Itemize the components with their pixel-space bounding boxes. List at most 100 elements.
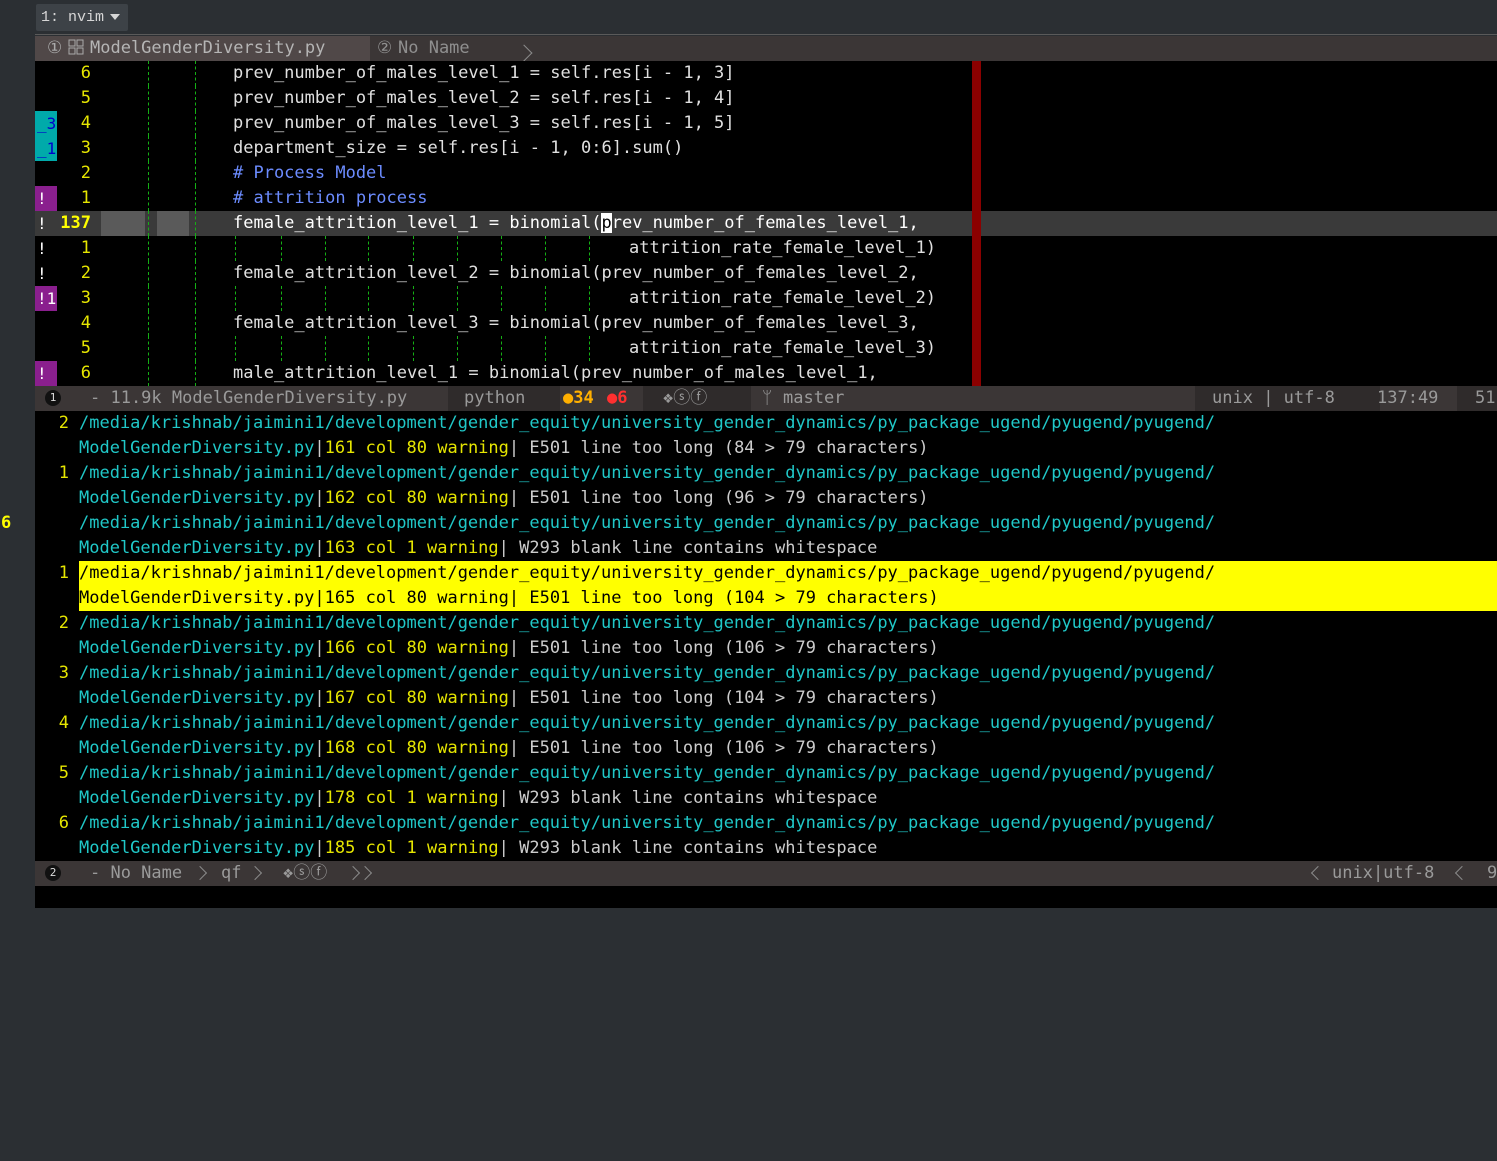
sign-column-marker: ! xyxy=(35,361,57,386)
separator: | xyxy=(314,688,325,708)
qf-filetype: qf xyxy=(221,863,242,883)
editor-line[interactable]: ! 1 attrition_rate_female_level_1) xyxy=(35,236,1497,261)
quickfix-line-col: 166 col 80 warning xyxy=(324,638,509,658)
editor-line[interactable]: 6 prev_number_of_males_level_1 = self.res… xyxy=(35,61,1497,86)
quickfix-relative-number: 6 xyxy=(58,813,69,833)
command-line[interactable] xyxy=(35,886,1497,908)
code-text: male_attrition_level_1 = binomial(prev_n… xyxy=(233,363,878,383)
quickfix-path: /media/krishnab/jaimini1/development/gen… xyxy=(79,563,1216,583)
quickfix-location: ModelGenderDiversity.py|165 col 80 warni… xyxy=(79,586,939,611)
code-text: department_size = self.res[i - 1, 0:6].s… xyxy=(233,138,684,158)
indent-guide xyxy=(148,261,150,286)
quickfix-message-line: ModelGenderDiversity.py|163 col 1 warnin… xyxy=(35,536,1497,561)
indent-guide xyxy=(148,311,150,336)
chevron-right-icon xyxy=(345,861,373,886)
indent-guide xyxy=(281,236,283,261)
indent-guide xyxy=(325,236,327,261)
sign-column-marker: !1 xyxy=(35,286,57,311)
indent-guide xyxy=(501,336,503,361)
sign-column-marker: ! xyxy=(37,239,47,258)
editor-line[interactable]: 5 attrition_rate_female_level_3) xyxy=(35,336,1497,361)
buffer-tab-inactive[interactable]: ② No Name xyxy=(370,36,533,62)
window-number-2: 2 xyxy=(45,865,61,881)
code-text: prev_number_of_males_level_1 = self.res[… xyxy=(233,63,735,83)
editor-line[interactable]: _1 3 department_size = self.res[i - 1, 0:6… xyxy=(35,136,1497,161)
quickfix-file: ModelGenderDiversity.py xyxy=(79,538,315,558)
separator: | xyxy=(314,838,325,858)
chevron-down-icon[interactable] xyxy=(110,14,121,21)
indent-guide xyxy=(195,311,197,336)
indent-guide xyxy=(195,261,197,286)
quickfix-message: E501 line too long (96 > 79 characters) xyxy=(519,488,929,508)
editor-line[interactable]: ! 1 # attrition process xyxy=(35,186,1497,211)
separator: | xyxy=(314,538,325,558)
editor-current-line[interactable]: ! 137 female_attrition_level_1 = binomial(… xyxy=(35,211,1497,236)
code-after-cursor: rev_number_of_females_level_1, xyxy=(611,213,919,233)
tmux-window-tab[interactable]: 1: nvim xyxy=(36,4,129,31)
indent-guide xyxy=(148,211,150,236)
quickfix-line-col: 163 col 1 warning xyxy=(324,538,499,558)
code-text: prev_number_of_males_level_3 = self.res[… xyxy=(233,113,735,133)
quickfix-message-line: ModelGenderDiversity.py|167 col 80 warni… xyxy=(35,686,1497,711)
code-comment: # attrition process xyxy=(233,188,428,208)
qf-buffer-name: - No Name xyxy=(90,863,183,883)
line-number: 4 xyxy=(80,113,91,133)
editor-line[interactable]: 5 prev_number_of_males_level_2 = self.res… xyxy=(35,86,1497,111)
code-text: female_attrition_level_2 = binomial(prev… xyxy=(233,263,919,283)
quickfix-line-col: 162 col 80 warning xyxy=(324,488,509,508)
editor-pane[interactable]: 6 prev_number_of_males_level_1 = self.res… xyxy=(35,61,1497,386)
separator: | xyxy=(508,638,520,658)
quickfix-path-line: 2/media/krishnab/jaimini1/development/ge… xyxy=(35,411,1497,436)
line-number: 1 xyxy=(80,238,91,258)
indent-guide xyxy=(148,136,150,161)
editor-line[interactable]: ! 2 female_attrition_level_2 = binomial(pr… xyxy=(35,261,1497,286)
window-number-badge-2: 2 xyxy=(45,861,61,886)
editor-line[interactable]: 4 female_attrition_level_3 = binomial(pre… xyxy=(35,311,1497,336)
indent-guide xyxy=(148,86,150,111)
indent-guide xyxy=(195,236,197,261)
indent-guide xyxy=(148,361,150,386)
quickfix-relative-number: 6 xyxy=(1,513,12,533)
indent-guide xyxy=(368,286,370,311)
editor-line[interactable]: !1 3 attrition_rate_female_level_2) xyxy=(35,286,1497,311)
quickfix-path-line: 1/media/krishnab/jaimini1/development/ge… xyxy=(35,461,1497,486)
quickfix-relative-number: 1 xyxy=(58,463,69,483)
quickfix-path: /media/krishnab/jaimini1/development/gen… xyxy=(79,663,1216,683)
indent-guide xyxy=(368,336,370,361)
line-number: 6 xyxy=(80,363,91,383)
line-number: 2 xyxy=(80,263,91,283)
indent-guide xyxy=(545,336,547,361)
quickfix-path-line: 6/media/krishnab/jaimini1/development/ge… xyxy=(1,511,1497,536)
quickfix-message: E501 line too long (104 > 79 characters) xyxy=(519,588,939,608)
tmux-window-label: 1: nvim xyxy=(41,9,105,26)
editor-statusline: 1 - 11.9k ModelGenderDiversity.py python… xyxy=(35,386,1497,411)
indent-guide xyxy=(195,161,197,186)
buffer-tab-active[interactable]: ① ModelGenderDiversity.py xyxy=(35,36,370,61)
quickfix-file: ModelGenderDiversity.py xyxy=(79,738,315,758)
indent-guide xyxy=(148,236,150,261)
sign-column-marker: ! xyxy=(37,214,47,233)
quickfix-location: ModelGenderDiversity.py|167 col 80 warni… xyxy=(79,686,939,711)
quickfix-path-line: 5/media/krishnab/jaimini1/development/ge… xyxy=(35,761,1497,786)
line-number: 3 xyxy=(80,288,91,308)
separator: | xyxy=(498,538,509,558)
indent-guide xyxy=(235,286,237,311)
editor-line[interactable]: ! 6 male_attrition_level_1 = binomial(prev… xyxy=(35,361,1497,386)
quickfix-location: ModelGenderDiversity.py|185 col 1 warnin… xyxy=(79,836,877,861)
color-column xyxy=(972,61,981,386)
git-branch: master xyxy=(783,388,845,408)
editor-line[interactable]: _3 4 prev_number_of_males_level_3 = self.r… xyxy=(35,111,1497,136)
text-cursor: p xyxy=(601,213,612,233)
indent-guide xyxy=(413,236,415,261)
error-count: ●6 xyxy=(607,388,628,408)
quickfix-window[interactable]: 2/media/krishnab/jaimini1/development/ge… xyxy=(1,411,1497,861)
buffer-index-active: ① xyxy=(47,38,63,58)
quickfix-relative-number: 2 xyxy=(58,613,69,633)
quickfix-relative-number: 3 xyxy=(58,663,69,683)
quickfix-message: W293 blank line contains whitespace xyxy=(508,838,878,858)
sign-column-marker: ! xyxy=(35,186,57,211)
indent-guide xyxy=(148,286,150,311)
separator: | xyxy=(498,838,509,858)
editor-line[interactable]: 2 # Process Model xyxy=(35,161,1497,186)
buffer-line: ① ModelGenderDiversity.py ② No Name xyxy=(35,36,1497,62)
